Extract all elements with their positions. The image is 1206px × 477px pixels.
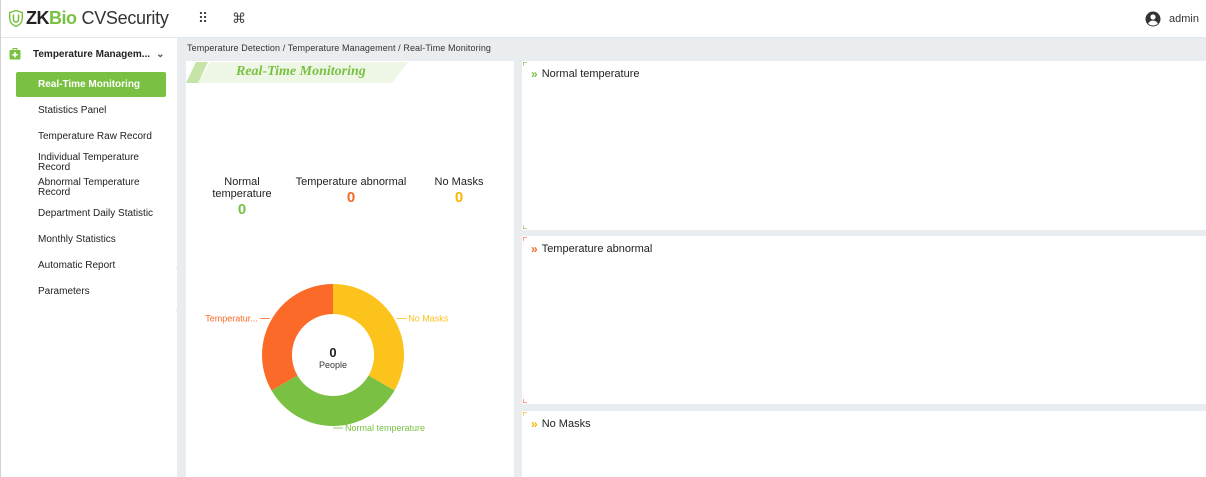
- sidebar-item-individual-temperature-record[interactable]: Individual Temperature Record: [10, 152, 148, 174]
- donut-label-no-masks: No Masks: [408, 314, 449, 324]
- sidebar-item-department-daily-statistic[interactable]: Department Daily Statistic: [10, 208, 166, 220]
- sidebar: Temperature Managem... ⌄ Real-Time Monit…: [1, 38, 176, 477]
- top-bar: ZK Bio CVSecurity ⠿ ⌘ admin: [1, 0, 1206, 38]
- double-chevron-right-icon: »: [531, 417, 538, 431]
- module-selector[interactable]: Temperature Managem... ⌄: [1, 40, 176, 68]
- username-label: admin: [1169, 13, 1199, 25]
- stat-normal-value: 0: [237, 201, 247, 218]
- sidebar-item-automatic-report[interactable]: Automatic Report: [10, 260, 166, 272]
- donut-label-normal-temperature: Normal temperature: [345, 423, 425, 433]
- corner-bottom-left: [523, 225, 527, 229]
- corner-top-left: [523, 412, 527, 416]
- donut-slice-normal-temperature[interactable]: [271, 375, 395, 427]
- no-masks-panel: » No Masks: [522, 411, 1206, 477]
- module-label: Temperature Managem...: [33, 48, 151, 60]
- donut-slice-no-masks[interactable]: [333, 284, 404, 391]
- stat-normal-temperature: Normal temperature 0: [194, 176, 290, 218]
- normal-temperature-panel: » Normal temperature: [522, 61, 1206, 230]
- sidebar-item-abnormal-temperature-record[interactable]: Abnormal Temperature Record: [10, 177, 148, 199]
- shield-logo-icon: [9, 10, 23, 27]
- donut-slice-temperature-abnormal[interactable]: [262, 284, 333, 391]
- sidebar-item-monthly-statistics[interactable]: Monthly Statistics: [10, 234, 166, 246]
- stat-no-masks: No Masks 0: [426, 176, 492, 206]
- double-chevron-right-icon: »: [531, 242, 538, 256]
- logo-bio-text: Bio: [49, 8, 77, 28]
- stat-abnormal-label: Temperature abnormal: [295, 176, 407, 188]
- main-content: Temperature Detection / Temperature Mana…: [177, 38, 1206, 477]
- donut-label-temperature-abnormal: Temperatur...: [205, 314, 258, 324]
- no-masks-panel-title: No Masks: [541, 418, 591, 430]
- sidebar-item-temperature-raw-record[interactable]: Temperature Raw Record: [10, 131, 166, 143]
- temperature-abnormal-panel-title: Temperature abnormal: [541, 243, 653, 255]
- stat-temperature-abnormal: Temperature abnormal 0: [294, 176, 408, 206]
- app-logo[interactable]: ZK Bio CVSecurity: [1, 0, 179, 38]
- sidebar-item-real-time-monitoring[interactable]: Real-Time Monitoring: [16, 72, 166, 97]
- donut-center-label: People: [319, 360, 347, 370]
- double-chevron-right-icon: »: [531, 67, 538, 81]
- corner-top-left: [523, 62, 527, 66]
- sidebar-item-statistics-panel[interactable]: Statistics Panel: [10, 105, 166, 117]
- shortcuts-icon[interactable]: ⌘: [221, 0, 257, 38]
- corner-top-left: [523, 237, 527, 241]
- logo-zk-text: ZK: [26, 8, 50, 28]
- donut-center-value: 0: [329, 345, 336, 360]
- stat-abnormal-value: 0: [346, 189, 356, 206]
- breadcrumb: Temperature Detection / Temperature Mana…: [187, 43, 492, 53]
- stat-no-masks-value: 0: [454, 189, 464, 206]
- user-menu[interactable]: admin: [1145, 0, 1199, 38]
- normal-temperature-panel-title: Normal temperature: [541, 68, 640, 80]
- stat-no-masks-label: No Masks: [434, 176, 484, 188]
- medical-kit-icon: [9, 48, 21, 60]
- sidebar-item-parameters[interactable]: Parameters: [10, 286, 166, 298]
- user-avatar-icon: [1145, 11, 1161, 27]
- people-donut-chart: No Masks Normal temperature Temperatur... 0…: [205, 284, 449, 433]
- stat-normal-label: Normal temperature: [212, 176, 272, 200]
- logo-product-text: CVSecurity: [81, 8, 169, 28]
- app-window: ZK Bio CVSecurity ⠿ ⌘ admin Temperature …: [0, 0, 1206, 477]
- apps-grid-icon[interactable]: ⠿: [185, 0, 221, 38]
- page-title: Real-Time Monitoring: [236, 64, 366, 79]
- chevron-down-icon: ⌄: [156, 48, 165, 60]
- temperature-abnormal-panel: » Temperature abnormal: [522, 236, 1206, 404]
- monitor-summary-panel: Real-Time Monitoring Normal temperature …: [186, 61, 514, 477]
- corner-bottom-left: [523, 399, 527, 403]
